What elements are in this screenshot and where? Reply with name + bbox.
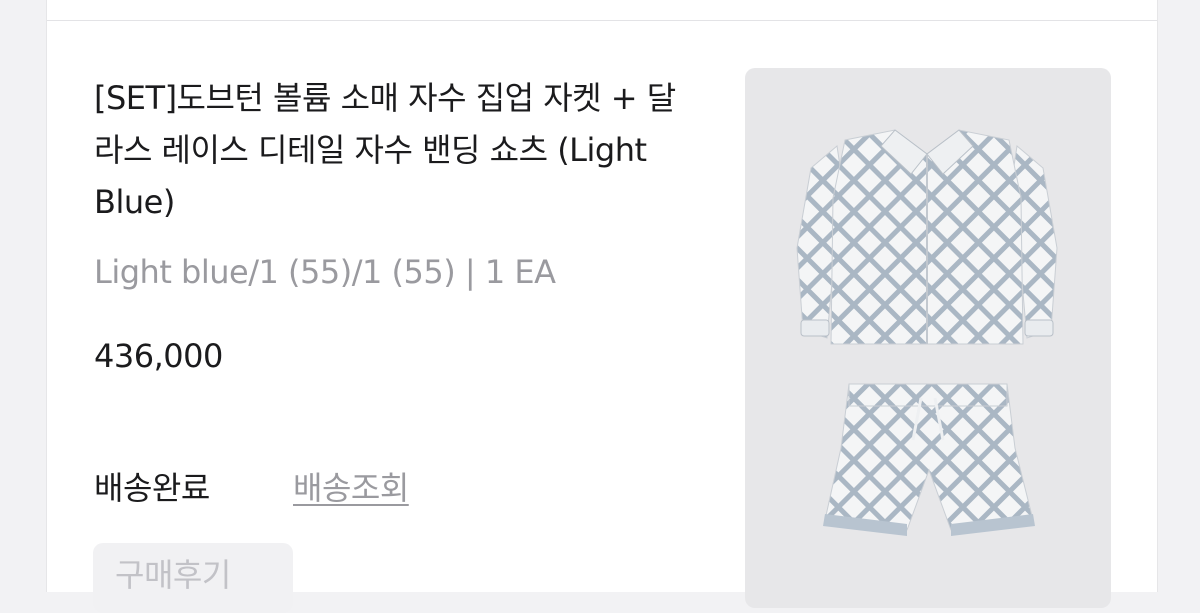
divider [47, 20, 1157, 21]
track-delivery-link[interactable]: 배송조회 [293, 462, 409, 514]
write-review-button[interactable]: 구매후기 [93, 543, 293, 613]
delivery-status: 배송완료 [94, 469, 210, 507]
product-image[interactable] [745, 68, 1111, 608]
product-title[interactable]: [SET]도브턴 볼륨 소매 자수 집업 자켓 + 달라스 레이스 디테일 자수… [94, 72, 704, 228]
jacket-illustration [796, 129, 1058, 345]
product-image-graphic [796, 129, 1058, 536]
shorts-illustration [823, 383, 1035, 536]
product-option: Light blue/1 (55)/1 (55) | 1 EA [94, 253, 556, 291]
write-review-label: 구매후기 [115, 557, 231, 593]
product-price: 436,000 [94, 337, 223, 375]
order-item-card: [SET]도브턴 볼륨 소매 자수 집업 자켓 + 달라스 레이스 디테일 자수… [46, 0, 1158, 613]
